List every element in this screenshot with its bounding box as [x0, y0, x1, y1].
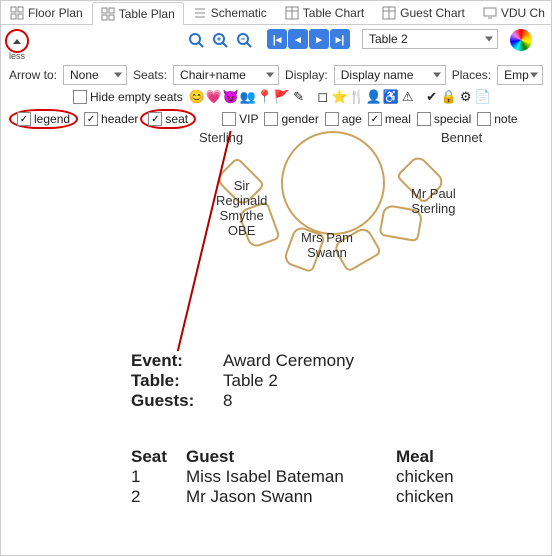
check-icon[interactable]: ✔	[424, 89, 440, 105]
seats-select[interactable]: Chair+name	[173, 65, 279, 85]
doc-icon[interactable]: 📄	[475, 89, 491, 105]
less-label: less	[9, 51, 25, 61]
annotation-arrow	[1, 131, 551, 351]
triangle-up-icon	[13, 39, 21, 44]
tab-table-chart[interactable]: Table Chart	[276, 1, 373, 24]
table-select[interactable]: Table 2	[362, 29, 498, 49]
wheelchair-icon[interactable]: ♿	[383, 89, 399, 105]
nav-prev-button[interactable]: ◂	[288, 29, 308, 49]
lock-icon[interactable]: 🔒	[441, 89, 457, 105]
flag-icon[interactable]: 🚩	[274, 89, 290, 105]
less-button[interactable]	[5, 29, 29, 53]
meal-checkbox[interactable]: ✓meal	[368, 112, 411, 126]
header-checkbox[interactable]: ✓header	[84, 112, 138, 126]
options-row-2: Hide empty seats 😊💗😈👥📍🚩✎ ◻⭐🍴👤♿⚠ ✔🔒⚙📄	[1, 87, 551, 107]
pen-icon[interactable]: ✎	[291, 89, 307, 105]
legend-guests-val: 8	[223, 391, 232, 411]
legend-event-key: Event:	[131, 351, 211, 371]
tab-vdu[interactable]: VDU Ch	[474, 1, 552, 24]
options-row: Arrow to: None Seats: Chair+name Display…	[1, 63, 551, 87]
smile-icon[interactable]: 😊	[189, 89, 205, 105]
zoom-fit-button[interactable]	[185, 29, 207, 51]
table-canvas[interactable]: Sterling Sir Reginald Smythe OBE Mrs Pam…	[1, 131, 551, 351]
warn-icon[interactable]: ⚠	[400, 89, 416, 105]
grid-icon	[101, 7, 115, 21]
color-wheel-button[interactable]	[510, 29, 532, 51]
tab-label: Guest Chart	[400, 6, 465, 20]
purple-icon[interactable]: 😈	[223, 89, 239, 105]
seat-checkbox[interactable]: ✓seat	[148, 112, 188, 126]
table-icon	[382, 6, 396, 20]
col-seat: Seat	[131, 447, 186, 467]
zoom-out-button[interactable]	[233, 29, 255, 51]
legend-block: Event: Award Ceremony Table: Table 2 Guest…	[1, 351, 551, 411]
col-meal: Meal	[396, 447, 496, 467]
star-icon[interactable]: ⭐	[332, 89, 348, 105]
tab-label: Floor Plan	[28, 6, 83, 20]
zoom-in-icon	[211, 31, 229, 49]
tab-bar: Floor Plan Table Plan Schematic Table Ch…	[1, 1, 551, 25]
guest-label: Mrs Pam Swann	[301, 231, 353, 261]
tab-label: Table Plan	[119, 7, 175, 21]
guest-label: Sterling	[199, 131, 243, 146]
tab-table-plan[interactable]: Table Plan	[92, 2, 184, 25]
table-row: 2 Mr Jason Swann chicken	[131, 487, 551, 507]
special-checkbox[interactable]: special	[417, 112, 471, 126]
seat-list: Seat Guest Meal 1 Miss Isabel Bateman ch…	[1, 441, 551, 507]
guest-label: Sir Reginald Smythe OBE	[216, 179, 267, 239]
tab-label: Schematic	[211, 6, 267, 20]
list-icon	[193, 6, 207, 20]
legend-checkbox[interactable]: ✓legend	[17, 112, 70, 126]
zoom-out-icon	[235, 31, 253, 49]
table-icon	[285, 6, 299, 20]
legend-guests-key: Guests:	[131, 391, 211, 411]
arrow-to-label: Arrow to:	[9, 68, 57, 82]
table-row: 1 Miss Isabel Bateman chicken	[131, 467, 551, 487]
seats-label: Seats:	[133, 68, 167, 82]
gear-icon[interactable]: ⚙	[458, 89, 474, 105]
person-icon[interactable]: 👤	[366, 89, 382, 105]
nav-next-button[interactable]: ▸	[309, 29, 329, 49]
places-select[interactable]: Emp	[497, 65, 543, 85]
guest-label: Bennet	[441, 131, 482, 146]
nav-last-button[interactable]: ▸|	[330, 29, 350, 49]
heart-icon[interactable]: 💗	[206, 89, 222, 105]
legend-table-key: Table:	[131, 371, 211, 391]
arrow-to-select[interactable]: None	[63, 65, 127, 85]
monitor-icon	[483, 6, 497, 20]
tab-label: VDU Ch	[501, 6, 545, 20]
icon-palette: 😊💗😈👥📍🚩✎ ◻⭐🍴👤♿⚠ ✔🔒⚙📄	[189, 89, 491, 105]
zoom-fit-icon	[187, 31, 205, 49]
vip-checkbox[interactable]: VIP	[222, 112, 258, 126]
legend-event-val: Award Ceremony	[223, 351, 354, 371]
tab-label: Table Chart	[303, 6, 364, 20]
group-icon[interactable]: 👥	[240, 89, 256, 105]
square-icon[interactable]: ◻	[315, 89, 331, 105]
zoom-in-button[interactable]	[209, 29, 231, 51]
age-checkbox[interactable]: age	[325, 112, 362, 126]
display-select[interactable]: Display name	[334, 65, 446, 85]
table-select-value: Table 2	[369, 32, 408, 46]
gender-checkbox[interactable]: gender	[264, 112, 318, 126]
guest-label: Mr Paul Sterling	[411, 187, 456, 217]
display-label: Display:	[285, 68, 328, 82]
notes-checkbox[interactable]: note	[477, 112, 517, 126]
grid-icon	[10, 6, 24, 20]
cutlery-icon[interactable]: 🍴	[349, 89, 365, 105]
display-flags-row: ✓legend ✓header ✓seat VIP gender age ✓me…	[1, 107, 551, 131]
tab-floor-plan[interactable]: Floor Plan	[1, 1, 92, 24]
table-shape[interactable]	[281, 131, 385, 235]
hide-empty-seats-checkbox[interactable]: Hide empty seats	[73, 90, 183, 104]
toolbar: less |◂ ◂ ▸ ▸| Table 2	[1, 25, 551, 63]
tab-guest-chart[interactable]: Guest Chart	[373, 1, 474, 24]
col-guest: Guest	[186, 447, 396, 467]
places-label: Places:	[452, 68, 491, 82]
pin-icon[interactable]: 📍	[257, 89, 273, 105]
tab-schematic[interactable]: Schematic	[184, 1, 276, 24]
legend-table-val: Table 2	[223, 371, 278, 391]
nav-first-button[interactable]: |◂	[267, 29, 287, 49]
